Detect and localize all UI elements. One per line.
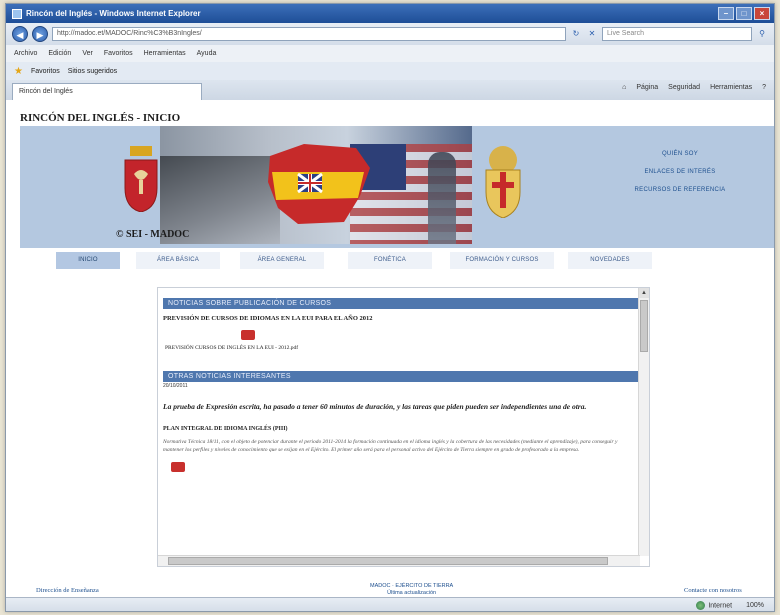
section-head-courses: NOTICIAS SOBRE PUBLICACIÓN DE CURSOS — [163, 298, 638, 309]
footer-mid-line2: Última actualización — [387, 590, 437, 596]
page-title: RINCÓN DEL INGLÉS - INICIO — [20, 112, 181, 124]
menu-view[interactable]: Ver — [82, 50, 93, 57]
banner-links: QUIÉN SOY ENLACES DE INTERÉS RECURSOS DE… — [620, 151, 740, 193]
minimize-icon[interactable]: – — [718, 7, 734, 20]
footer-center: MADOC · EJÉRCITO DE TIERRA Última actual… — [370, 583, 453, 597]
vertical-scrollbar[interactable]: ▲ — [638, 288, 649, 556]
stop-icon[interactable]: ✕ — [586, 28, 598, 40]
nav-novedades[interactable]: NOVEDADES — [568, 252, 652, 269]
news-panel[interactable]: NOTICIAS SOBRE PUBLICACIÓN DE CURSOS PRE… — [157, 287, 650, 567]
footer-right-link[interactable]: Contacte con nosotros — [684, 587, 742, 594]
statue-of-liberty-image — [428, 152, 456, 244]
menu-help[interactable]: Ayuda — [197, 50, 217, 57]
search-icon[interactable]: ⚲ — [756, 28, 768, 40]
horizontal-scrollbar[interactable] — [158, 555, 640, 566]
pdf-icon-2[interactable] — [171, 462, 185, 472]
pdf-link[interactable]: PREVISIÓN CURSOS DE INGLÉS EN LA EUI - 2… — [165, 345, 638, 351]
zone-label: Internet — [708, 602, 733, 610]
hscroll-thumb[interactable] — [168, 557, 608, 565]
url-input[interactable]: http://madoc.et/MADOC/Rinc%C3%B3nIngles/ — [52, 27, 566, 41]
window-title: Rincón del Inglés - Windows Internet Exp… — [26, 9, 201, 18]
ie-icon — [12, 8, 22, 19]
maximize-icon[interactable]: □ — [736, 7, 752, 20]
favorites-button[interactable]: Favoritos — [31, 68, 60, 75]
coat-of-arms-left-icon — [124, 146, 158, 212]
tab-rincon[interactable]: Rincón del Inglés — [12, 83, 202, 100]
star-icon: ★ — [14, 65, 23, 77]
globe-icon — [696, 601, 706, 610]
footer-mid-line1[interactable]: MADOC · EJÉRCITO DE TIERRA — [370, 583, 453, 590]
close-icon[interactable]: × — [754, 7, 770, 20]
nav-area-basica[interactable]: ÁREA BÁSICA — [136, 252, 220, 269]
security-menu[interactable]: Seguridad — [668, 84, 700, 91]
nav-inicio[interactable]: INICIO — [56, 252, 120, 269]
nav-area-general[interactable]: ÁREA GENERAL — [240, 252, 324, 269]
news-content: NOTICIAS SOBRE PUBLICACIÓN DE CURSOS PRE… — [163, 288, 638, 474]
title-bar: Rincón del Inglés - Windows Internet Exp… — [6, 4, 774, 23]
courses-text: PREVISIÓN DE CURSOS DE IDIOMAS EN LA EUI… — [163, 315, 373, 322]
window-controls: – □ × — [718, 7, 770, 20]
tools-menu[interactable]: Herramientas — [710, 84, 752, 91]
footer-left-link[interactable]: Dirección de Enseñanza — [36, 587, 99, 594]
zoom-level[interactable]: 100% — [746, 602, 764, 609]
home-icon[interactable]: ⌂ — [622, 84, 626, 91]
menu-tools[interactable]: Herramientas — [144, 50, 186, 57]
zone-indicator: Internet — [696, 601, 732, 610]
page-viewport: RINCÓN DEL INGLÉS - INICIO © SEI - MADOC… — [6, 100, 774, 597]
refresh-icon[interactable]: ↻ — [570, 28, 582, 40]
plan-title: PLAN INTEGRAL DE IDIOMA INGLÉS (PIII) — [163, 426, 288, 432]
forward-button[interactable]: ▶ — [32, 26, 48, 42]
section-head-news: OTRAS NOTICIAS INTERESANTES — [163, 371, 638, 382]
spain-map-flag-icon — [268, 144, 370, 224]
page-menu[interactable]: Página — [636, 84, 658, 91]
news-date: 20/10/2011 — [163, 383, 188, 389]
browser-window: Rincón del Inglés - Windows Internet Exp… — [5, 3, 775, 612]
scroll-thumb[interactable] — [640, 300, 648, 352]
command-bar: ⌂ Página Seguridad Herramientas ? — [622, 84, 766, 91]
back-button[interactable]: ◀ — [12, 26, 28, 42]
status-bar: Internet 100% — [6, 597, 774, 611]
news-highlight: La prueba de Expresión escrita, ha pasad… — [163, 402, 587, 411]
tab-bar: Rincón del Inglés ⌂ Página Seguridad Her… — [6, 80, 774, 100]
link-recursos-referencia[interactable]: RECURSOS DE REFERENCIA — [620, 187, 740, 193]
main-nav: INICIO ÁREA BÁSICA ÁREA GENERAL FONÉTICA… — [20, 250, 774, 272]
search-input[interactable]: Live Search — [602, 27, 752, 41]
header-banner: © SEI - MADOC QUIÉN SOY ENLACES DE INTER… — [20, 126, 774, 248]
nav-formacion-cursos[interactable]: FORMACIÓN Y CURSOS — [450, 252, 554, 269]
banner-collage-image — [160, 126, 472, 244]
link-quien-soy[interactable]: QUIÉN SOY — [620, 151, 740, 157]
menu-edit[interactable]: Edición — [48, 50, 71, 57]
menu-bar: Archivo Edición Ver Favoritos Herramient… — [6, 45, 774, 62]
help-icon[interactable]: ? — [762, 84, 766, 91]
address-bar: ◀ ▶ http://madoc.et/MADOC/Rinc%C3%B3nIng… — [6, 23, 774, 45]
pdf-row: PREVISIÓN CURSOS DE INGLÉS EN LA EUI - 2… — [163, 330, 638, 351]
menu-favorites[interactable]: Favoritos — [104, 50, 133, 57]
plan-text: Normativa Técnica 18/11, con el objeto d… — [163, 439, 618, 453]
nav-fonetica[interactable]: FONÉTICA — [348, 252, 432, 269]
link-enlaces-interes[interactable]: ENLACES DE INTERÉS — [620, 169, 740, 175]
coat-of-arms-right-icon — [485, 146, 521, 218]
suggested-sites-link[interactable]: Sitios sugeridos — [68, 68, 117, 75]
copyright-text: © SEI - MADOC — [116, 229, 190, 240]
pdf-icon[interactable] — [241, 330, 255, 340]
favorites-bar: ★ Favoritos Sitios sugeridos — [6, 62, 774, 80]
menu-file[interactable]: Archivo — [14, 50, 37, 57]
scroll-up-icon[interactable]: ▲ — [639, 288, 649, 298]
